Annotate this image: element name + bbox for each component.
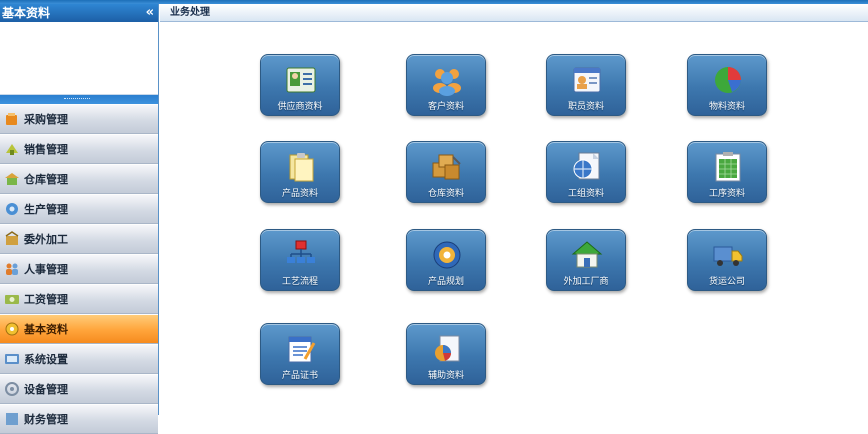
tile-label: 产品证书 — [281, 371, 318, 381]
customer-icon — [431, 64, 463, 96]
sidebar-item-label: 销售管理 — [24, 143, 68, 156]
tile-label: 辅助资料 — [427, 371, 464, 381]
workflow-icon — [285, 239, 317, 271]
grip-icon — [64, 98, 90, 100]
sales-icon — [4, 141, 20, 157]
sidebar-item-label: 人事管理 — [24, 263, 68, 276]
product-icon — [285, 151, 317, 183]
equipment-icon — [4, 381, 20, 397]
tile-workflow[interactable]: 工艺流程 — [260, 229, 340, 291]
tile-label: 工序资料 — [708, 189, 745, 199]
tile-work-group[interactable]: 工组资料 — [546, 141, 626, 203]
tile-auxiliary-data[interactable]: 辅助资料 — [406, 323, 486, 385]
sidebar-item-basic-data[interactable]: 基本资料 — [0, 314, 158, 344]
material-icon — [712, 64, 744, 96]
tile-label: 产品规划 — [427, 277, 464, 287]
tile-process[interactable]: 工序资料 — [687, 141, 767, 203]
tile-product-planning[interactable]: 产品规划 — [406, 229, 486, 291]
sidebar-title: 基本资料 — [2, 6, 51, 20]
sidebar-item-settings[interactable]: 系统设置 — [0, 344, 158, 374]
tile-label: 外加工厂商 — [563, 277, 609, 287]
sidebar-item-finance[interactable]: 财务管理 — [0, 404, 158, 434]
sidebar-item-production[interactable]: 生产管理 — [0, 194, 158, 224]
tile-outsource-factory[interactable]: 外加工厂商 — [546, 229, 626, 291]
tile-label: 客户资料 — [427, 102, 464, 112]
tile-material[interactable]: 物料资料 — [687, 54, 767, 116]
sidebar-splitter[interactable] — [0, 95, 158, 104]
salary-icon — [4, 291, 20, 307]
sidebar-item-label: 生产管理 — [24, 203, 68, 216]
tile-customer[interactable]: 客户资料 — [406, 54, 486, 116]
tile-label: 供应商资料 — [277, 102, 323, 112]
sidebar-item-label: 采购管理 — [24, 113, 68, 126]
sidebar-item-label: 财务管理 — [24, 413, 68, 426]
sidebar-item-label: 基本资料 — [24, 323, 68, 336]
production-icon — [4, 201, 20, 217]
sidebar-item-label: 设备管理 — [24, 383, 68, 396]
settings-icon — [4, 351, 20, 367]
warehouse-data-icon — [431, 151, 463, 183]
supplier-icon — [285, 64, 317, 96]
process-icon — [712, 151, 744, 183]
basic-data-icon — [4, 321, 20, 337]
sidebar-item-purchase[interactable]: 采购管理 — [0, 104, 158, 134]
main-panel: 业务处理 供应商资料 客户资料 职员资料 物料资料 产品资料 仓库资料 工组资料… — [160, 4, 868, 415]
sidebar-item-warehouse[interactable]: 仓库管理 — [0, 164, 158, 194]
sidebar-item-label: 系统设置 — [24, 353, 68, 366]
sidebar-item-outsource[interactable]: 委外加工 — [0, 224, 158, 254]
tile-label: 物料资料 — [708, 102, 745, 112]
sidebar-menu: 采购管理 销售管理 仓库管理 生产管理 委外加工 人事管理 工资管理 基本资料 … — [0, 104, 158, 434]
sidebar-header: 基本资料 « — [0, 4, 158, 22]
main-header: 业务处理 — [160, 4, 868, 22]
tile-product-certificate[interactable]: 产品证书 — [260, 323, 340, 385]
tile-employee[interactable]: 职员资料 — [546, 54, 626, 116]
sidebar-item-equipment[interactable]: 设备管理 — [0, 374, 158, 404]
work-group-icon — [571, 151, 603, 183]
warehouse-icon — [4, 171, 20, 187]
personnel-icon — [4, 261, 20, 277]
sidebar: 基本资料 « 采购管理 销售管理 仓库管理 生产管理 委外加工 人事管理 工资管… — [0, 4, 159, 434]
outsource-factory-icon — [571, 239, 603, 271]
sidebar-item-sales[interactable]: 销售管理 — [0, 134, 158, 164]
tile-label: 仓库资料 — [427, 189, 464, 199]
product-planning-icon — [431, 239, 463, 271]
tile-label: 工组资料 — [567, 189, 604, 199]
sidebar-item-salary[interactable]: 工资管理 — [0, 284, 158, 314]
tile-product[interactable]: 产品资料 — [260, 141, 340, 203]
finance-icon — [4, 411, 20, 427]
auxiliary-data-icon — [431, 333, 463, 365]
sidebar-item-label: 工资管理 — [24, 293, 68, 306]
tile-label: 产品资料 — [281, 189, 318, 199]
tile-warehouse-data[interactable]: 仓库资料 — [406, 141, 486, 203]
tile-label: 工艺流程 — [281, 277, 318, 287]
product-certificate-icon — [285, 333, 317, 365]
tile-label: 职员资料 — [567, 102, 604, 112]
sidebar-item-label: 委外加工 — [24, 233, 68, 246]
outsource-icon — [4, 231, 20, 247]
collapse-icon[interactable]: « — [146, 4, 154, 22]
employee-icon — [571, 64, 603, 96]
tile-supplier[interactable]: 供应商资料 — [260, 54, 340, 116]
purchase-icon — [4, 111, 20, 127]
freight-company-icon — [712, 239, 744, 271]
tile-freight-company[interactable]: 货运公司 — [687, 229, 767, 291]
sidebar-item-label: 仓库管理 — [24, 173, 68, 186]
tile-label: 货运公司 — [708, 277, 745, 287]
sidebar-content-area — [0, 22, 158, 95]
sidebar-item-personnel[interactable]: 人事管理 — [0, 254, 158, 284]
